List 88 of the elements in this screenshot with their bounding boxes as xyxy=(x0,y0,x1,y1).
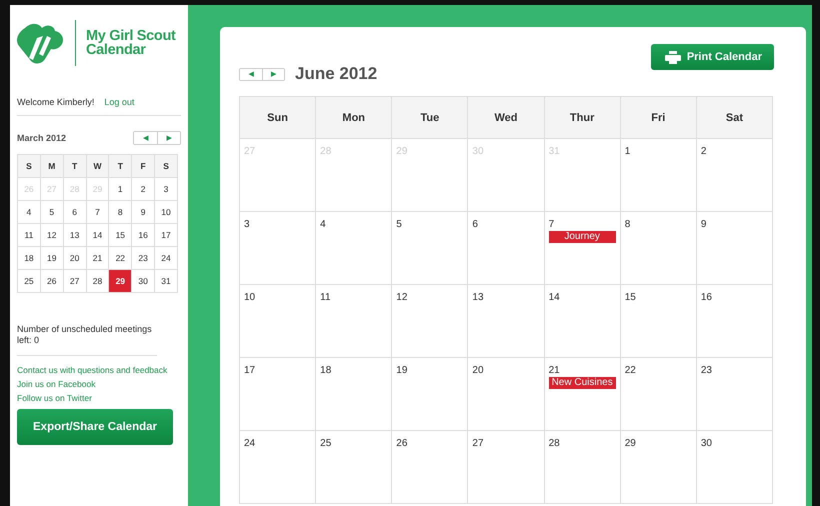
weekday-header: F xyxy=(132,154,155,178)
mini-calendar-day[interactable]: 27 xyxy=(63,270,86,292)
mini-calendar-day[interactable]: 15 xyxy=(108,224,132,246)
mini-calendar-day[interactable]: 20 xyxy=(63,246,86,270)
mini-calendar-day[interactable]: 29 xyxy=(108,270,132,292)
day-number: 17 xyxy=(244,365,256,376)
weekday-header: S xyxy=(18,154,40,178)
weekday-header: W xyxy=(86,154,109,178)
day-number: 11 xyxy=(320,292,331,303)
day-number: 12 xyxy=(396,292,408,303)
day-number: 7 xyxy=(548,219,554,230)
day-number: 15 xyxy=(624,292,636,303)
day-number: 8 xyxy=(624,219,630,230)
day-number: 26 xyxy=(396,438,408,449)
mini-calendar-day[interactable]: 9 xyxy=(132,200,155,224)
month-title: June 2012 xyxy=(295,64,378,84)
welcome-text: Welcome Kimberly! xyxy=(17,97,94,107)
mini-calendar-day[interactable]: 3 xyxy=(154,178,178,200)
day-number: 27 xyxy=(472,438,484,449)
day-number: 18 xyxy=(320,365,332,376)
mini-calendar-day[interactable]: 1 xyxy=(108,178,132,200)
event-label[interactable]: Journey xyxy=(548,231,616,243)
trefoil-logo-icon xyxy=(17,22,65,64)
mini-calendar-day[interactable]: 21 xyxy=(86,246,109,270)
weekday-header: Wed xyxy=(468,96,544,138)
mini-calendar-day[interactable]: 6 xyxy=(63,200,86,224)
mini-calendar-day[interactable]: 14 xyxy=(86,224,109,246)
day-number: 20 xyxy=(472,365,484,376)
day-number: 21 xyxy=(548,365,560,376)
month-title: March 2012 xyxy=(17,133,66,143)
footer-link[interactable]: Contact us with questions and feedback xyxy=(17,365,181,375)
weekday-header: Fri xyxy=(620,96,696,138)
print-calendar-button[interactable]: Print Calendar xyxy=(650,44,774,70)
mini-calendar-day[interactable]: 19 xyxy=(40,246,64,270)
mini-calendar-day[interactable]: 4 xyxy=(18,200,40,224)
day-number: 1 xyxy=(624,146,630,157)
weekday-header: T xyxy=(108,154,132,178)
mini-calendar-day[interactable]: 30 xyxy=(132,270,155,292)
mini-calendar-day[interactable]: 13 xyxy=(63,224,86,246)
mini-calendar-day[interactable]: 7 xyxy=(86,200,109,224)
day-number: 6 xyxy=(472,219,478,230)
app-title: My Girl Scout Calendar xyxy=(86,29,177,57)
day-number: 23 xyxy=(700,365,712,376)
mini-calendar-day[interactable]: 5 xyxy=(40,200,64,224)
day-number: 10 xyxy=(244,292,256,303)
mini-calendar-day[interactable]: 23 xyxy=(132,246,155,270)
day-number: 3 xyxy=(244,219,250,230)
weekday-header: Thur xyxy=(544,96,620,138)
mini-calendar-day[interactable]: 16 xyxy=(132,224,155,246)
day-number: 9 xyxy=(700,219,706,230)
day-number: 19 xyxy=(396,365,408,376)
logout-link[interactable]: Log out xyxy=(104,97,134,107)
footer-link[interactable]: Join us on Facebook xyxy=(17,379,181,389)
mini-calendar-day[interactable]: 2 xyxy=(132,178,155,200)
mini-calendar-day[interactable]: 12 xyxy=(40,224,64,246)
mini-calendar-day[interactable]: 25 xyxy=(18,270,40,292)
mini-calendar-day[interactable]: 17 xyxy=(154,224,178,246)
day-number: 14 xyxy=(548,292,560,303)
day-number: 13 xyxy=(472,292,484,303)
day-number: 30 xyxy=(700,438,712,449)
day-number: 25 xyxy=(320,438,332,449)
weekday-header: Tue xyxy=(392,96,468,138)
unscheduled-meetings-text: Number of unscheduled meetings left: 0 xyxy=(17,324,157,356)
mini-calendar-day[interactable]: 8 xyxy=(108,200,132,224)
weekday-header: Mon xyxy=(316,96,392,138)
day-number: 28 xyxy=(548,438,560,449)
mini-calendar-day[interactable]: 24 xyxy=(154,246,178,270)
day-number: 16 xyxy=(700,292,712,303)
mini-calendar-day[interactable]: 31 xyxy=(154,270,178,292)
mini-calendar-day[interactable]: 18 xyxy=(18,246,40,270)
day-number: 4 xyxy=(320,219,326,230)
weekday-header: Sun xyxy=(240,96,316,138)
day-number: 24 xyxy=(244,438,256,449)
day-number: 22 xyxy=(624,365,636,376)
mini-calendar-day[interactable]: 10 xyxy=(154,200,178,224)
day-number: 29 xyxy=(624,438,636,449)
weekday-header: S xyxy=(154,154,178,178)
weekday-header: Sat xyxy=(696,96,772,138)
mini-calendar-day[interactable]: 26 xyxy=(40,270,64,292)
weekday-header: M xyxy=(40,154,64,178)
event-label[interactable]: New Cuisines xyxy=(548,377,616,389)
day-number: 5 xyxy=(396,219,402,230)
weekday-header: T xyxy=(63,154,86,178)
printer-icon xyxy=(664,50,681,64)
footer-link[interactable]: Follow us on Twitter xyxy=(17,393,181,403)
day-number: 2 xyxy=(700,146,706,157)
export-share-button[interactable]: Export/Share Calendar xyxy=(17,409,173,445)
mini-calendar-day[interactable]: 11 xyxy=(18,224,40,246)
